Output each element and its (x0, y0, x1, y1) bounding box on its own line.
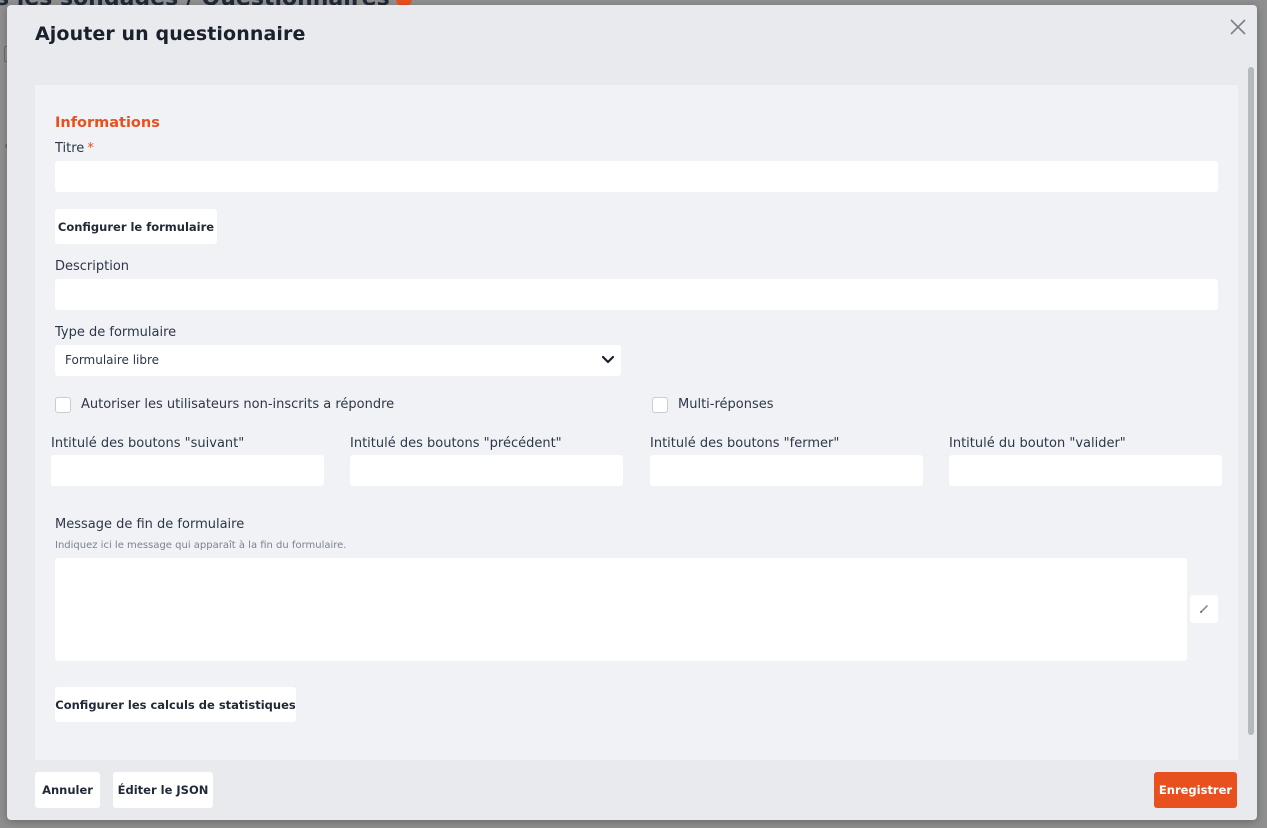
next-buttons-input[interactable] (51, 455, 324, 486)
end-message-label: Message de fin de formulaire (55, 517, 245, 532)
next-buttons-label: Intitulé des boutons "suivant" (51, 436, 245, 451)
close-buttons-input[interactable] (650, 455, 923, 486)
close-icon[interactable] (1227, 16, 1249, 38)
scrollbar[interactable] (1248, 67, 1254, 735)
prev-buttons-label: Intitulé des boutons "précédent" (350, 436, 562, 451)
configure-stats-button[interactable]: Configurer les calculs de statistiques (55, 687, 296, 722)
validate-button-input[interactable] (949, 455, 1222, 486)
section-title: Informations (55, 115, 160, 131)
modal-title: Ajouter un questionnaire (35, 23, 306, 45)
cancel-button[interactable]: Annuler (35, 772, 100, 808)
prev-buttons-input[interactable] (350, 455, 623, 486)
end-message-editor[interactable] (55, 558, 1187, 661)
close-buttons-label: Intitulé des boutons "fermer" (650, 436, 840, 451)
title-input[interactable] (55, 161, 1218, 192)
save-button[interactable]: Enregistrer (1154, 772, 1237, 808)
allow-anonymous-label: Autoriser les utilisateurs non-inscrits … (81, 397, 395, 412)
multi-responses-checkbox[interactable] (652, 397, 668, 413)
multi-responses-label: Multi-réponses (678, 397, 774, 412)
add-questionnaire-modal: Ajouter un questionnaire Informations Ti… (7, 5, 1257, 820)
allow-anonymous-checkbox[interactable] (55, 397, 71, 413)
configure-form-button[interactable]: Configurer le formulaire (55, 209, 217, 244)
edit-button[interactable] (1190, 595, 1218, 623)
form-panel: Informations Titre * Configurer le formul… (35, 85, 1238, 760)
title-label: Titre * (55, 141, 94, 156)
pencil-icon (1199, 605, 1208, 614)
form-type-label: Type de formulaire (55, 325, 177, 340)
end-message-hint: Indiquez ici le message qui apparaît à l… (55, 540, 347, 551)
edit-json-button[interactable]: Éditer le JSON (113, 772, 213, 808)
form-type-select[interactable]: Formulaire libre (55, 345, 621, 376)
required-mark: * (87, 141, 94, 156)
validate-button-label: Intitulé du bouton "valider" (949, 436, 1126, 451)
description-input[interactable] (55, 279, 1218, 310)
description-label: Description (55, 259, 130, 274)
form-type-value: Formulaire libre (65, 353, 160, 367)
chevron-down-icon (601, 355, 615, 364)
